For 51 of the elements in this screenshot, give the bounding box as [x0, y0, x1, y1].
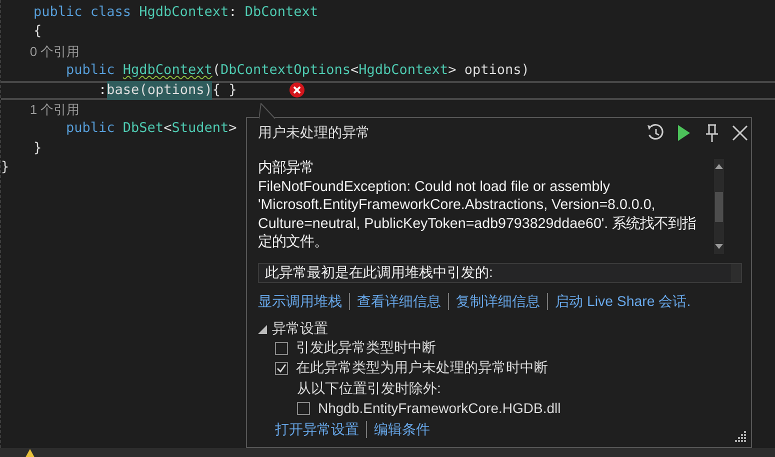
- exception-message: FileNotFoundException: Could not load file or assembly 'Microsoft.EntityFrameworkCore.Abstractions, Version=8.0.0.0, Culture=neutral, PublicKeyToken=adb9793829ddae60'. 系统找不到指定的文件。: [258, 178, 698, 252]
- code-text: Student: [172, 119, 229, 138]
- code-text: HgdbContext: [122, 61, 212, 80]
- code-text: DbSet: [122, 119, 164, 138]
- popup-title: 用户未处理的异常: [258, 124, 371, 142]
- error-icon[interactable]: [288, 82, 305, 98]
- caret-icon[interactable]: [258, 324, 267, 334]
- code-text: HgdbContext: [139, 3, 229, 22]
- call-stack-field[interactable]: 此异常最初是在此调用堆栈中引发的:: [258, 263, 742, 283]
- code-text: :: [98, 80, 107, 100]
- code-text: > options): [448, 61, 530, 80]
- reference-count[interactable]: 1 个引用: [1, 100, 80, 120]
- scroll-up-icon[interactable]: [715, 164, 723, 169]
- code-text: HgdbContext: [358, 61, 448, 80]
- highlighted-code: base: [106, 80, 140, 100]
- link[interactable]: 显示调用堆栈: [258, 292, 342, 311]
- code-text: public class: [32, 3, 132, 22]
- code-text: DbContext: [244, 3, 318, 22]
- checkbox-label: 引发此异常类型时中断: [296, 339, 436, 357]
- checkbox[interactable]: [275, 362, 288, 374]
- code-text: { }: [212, 80, 237, 100]
- link[interactable]: 编辑条件: [374, 420, 430, 439]
- link[interactable]: 打开异常设置: [275, 420, 359, 439]
- section-header: 异常设置: [272, 320, 328, 338]
- checkbox[interactable]: [297, 402, 310, 414]
- inner-exception-heading: 内部异常: [258, 159, 315, 178]
- code-text: }: [1, 158, 10, 178]
- warning-icon: [24, 448, 36, 457]
- exceptions-label: 从以下位置引发时除外:: [297, 379, 442, 398]
- code-text: (: [212, 61, 220, 80]
- checkbox[interactable]: [275, 342, 288, 354]
- code-text: >: [228, 119, 237, 138]
- link[interactable]: 启动 Live Share 会话.: [555, 292, 691, 311]
- scrollbar[interactable]: [714, 159, 724, 254]
- checkbox-label: Nhgdb.EntityFrameworkCore.HGDB.dll: [318, 400, 561, 416]
- checkbox-label: 在此异常类型为用户未处理的异常时中断: [296, 359, 548, 377]
- code-text: public: [65, 61, 116, 80]
- link[interactable]: 查看详细信息: [357, 292, 441, 311]
- code-text: }: [32, 138, 42, 158]
- resize-grip-icon[interactable]: [734, 431, 746, 443]
- code-text: DbContextOptions: [220, 61, 351, 80]
- link[interactable]: 复制详细信息: [456, 292, 540, 311]
- code-text: <: [350, 61, 359, 80]
- code-text: <: [164, 119, 172, 138]
- reference-count[interactable]: 0 个引用: [1, 42, 80, 62]
- highlighted-code: (options): [139, 80, 212, 100]
- code-text: {: [32, 22, 42, 42]
- scrollbar[interactable]: [731, 264, 741, 282]
- scroll-down-icon[interactable]: [715, 244, 723, 249]
- code-text: public: [65, 119, 116, 138]
- code-text: :: [228, 3, 238, 22]
